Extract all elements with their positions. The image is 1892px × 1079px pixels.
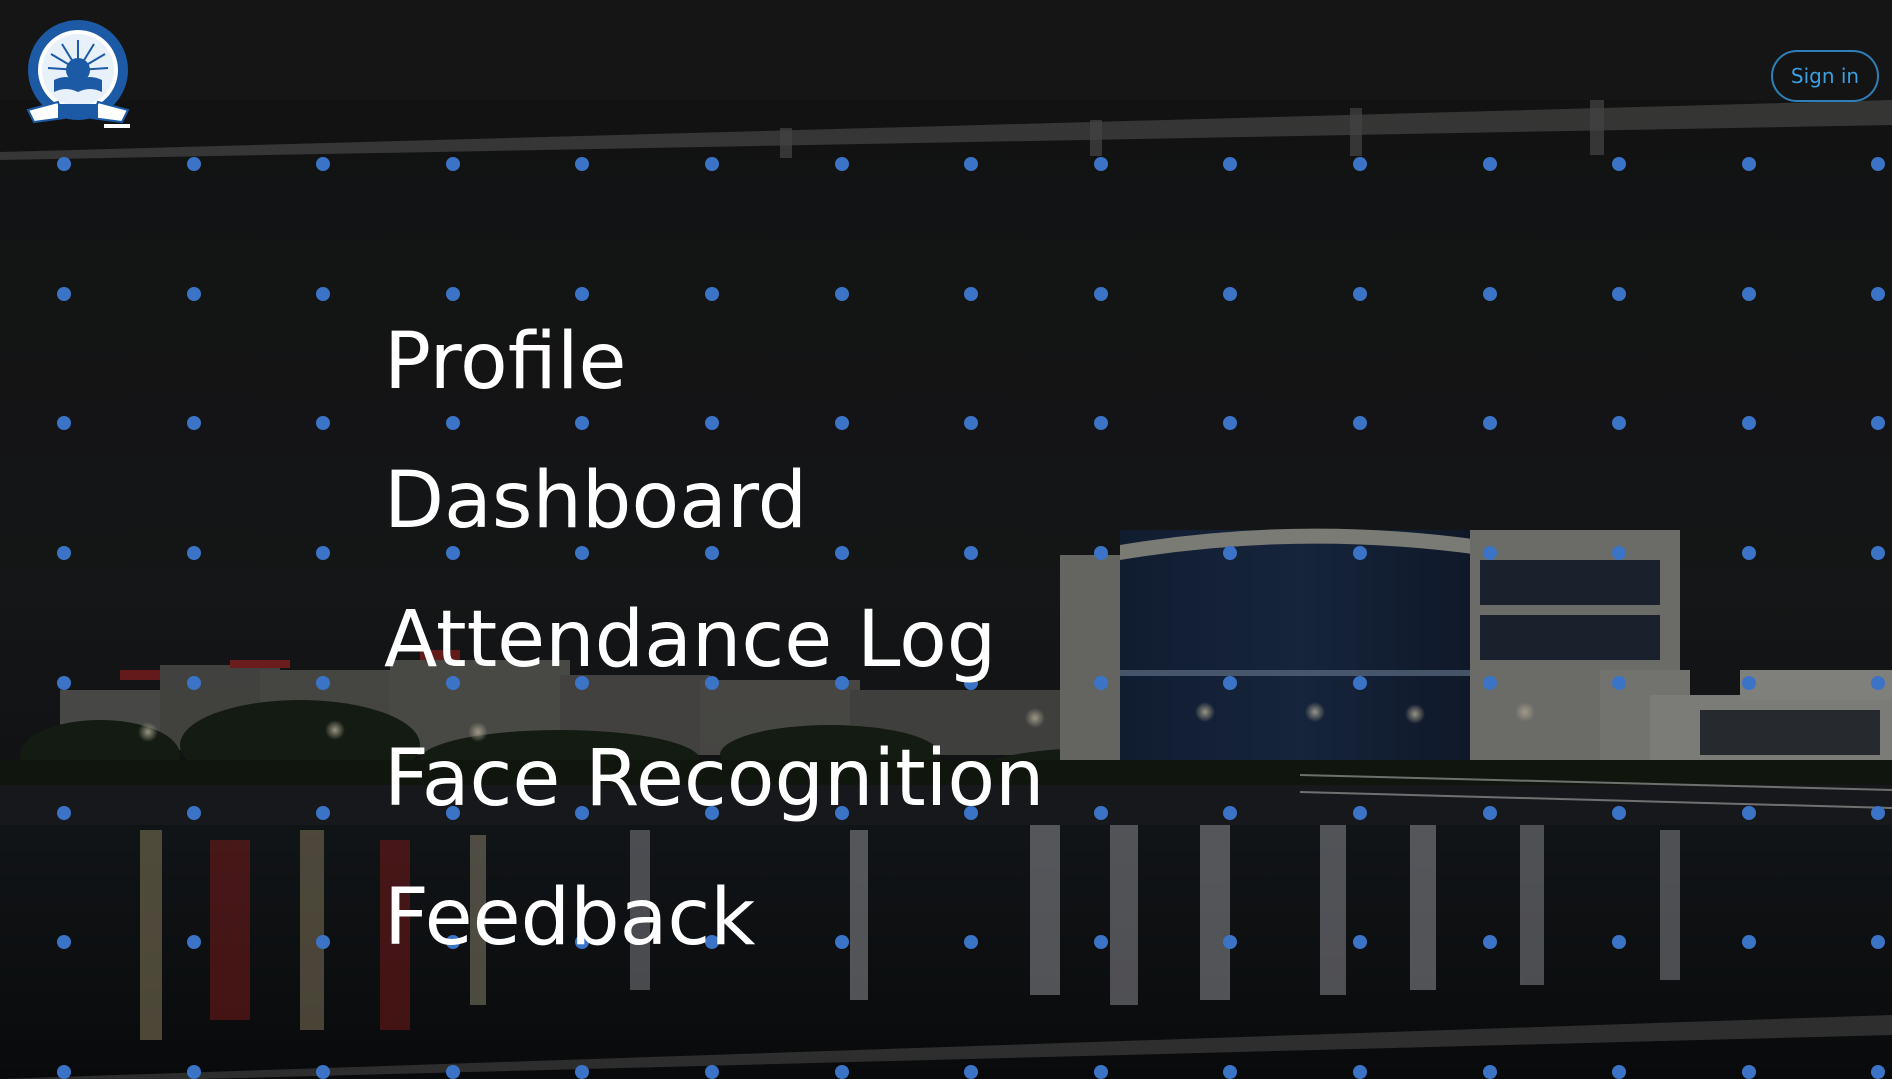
main-menu: Profile Dashboard Attendance Log Face Re… xyxy=(384,316,1045,1011)
menu-item-feedback[interactable]: Feedback xyxy=(384,872,1045,1011)
menu-item-profile[interactable]: Profile xyxy=(384,316,1045,455)
menu-item-attendance-log[interactable]: Attendance Log xyxy=(384,594,1045,733)
menu-item-face-recognition[interactable]: Face Recognition xyxy=(384,733,1045,872)
sign-in-button[interactable]: Sign in xyxy=(1771,50,1879,102)
institute-seal-icon[interactable] xyxy=(24,18,134,132)
top-header: Sign in xyxy=(0,0,1892,128)
landing-page: Sign in Profile Dashboard Attendance Log… xyxy=(0,0,1892,1079)
menu-item-dashboard[interactable]: Dashboard xyxy=(384,455,1045,594)
